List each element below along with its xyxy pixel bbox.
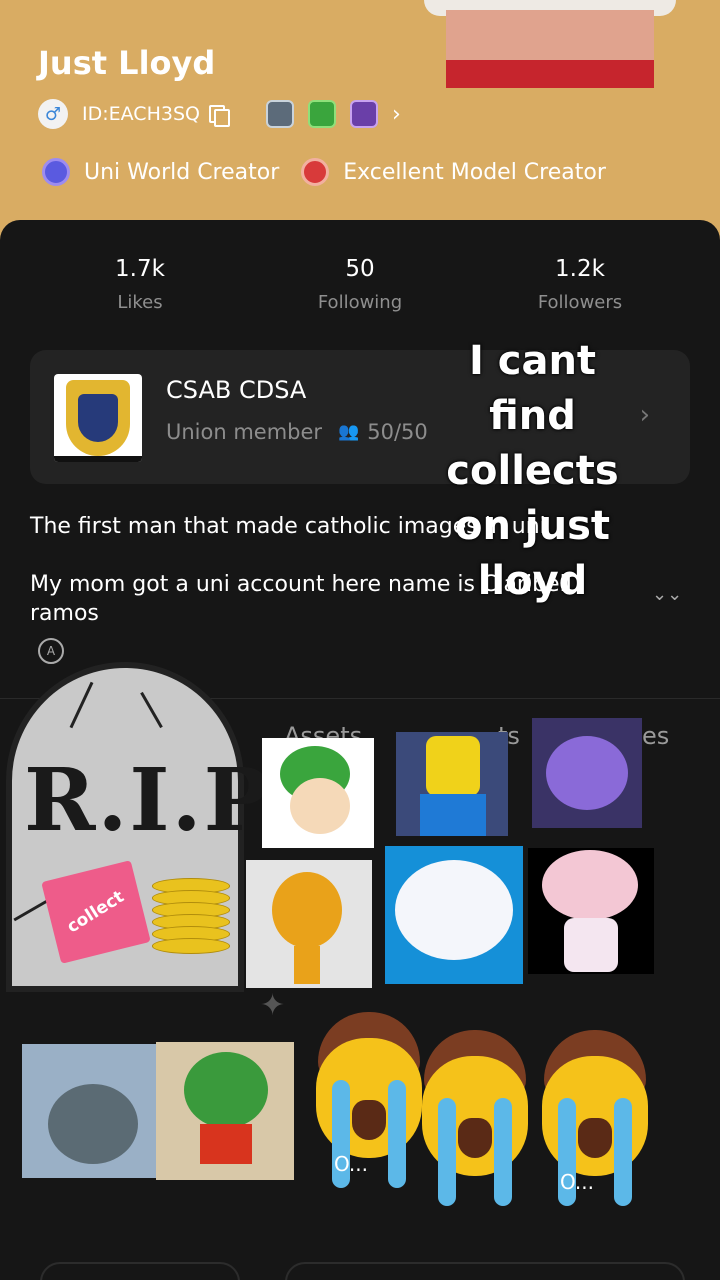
emoji-tear xyxy=(388,1080,406,1188)
orange-character-sticker xyxy=(246,860,372,988)
stat-followers[interactable]: 1.2k Followers xyxy=(500,256,660,313)
title-uni-world-creator[interactable]: Uni World Creator xyxy=(84,160,279,185)
followers-label: Followers xyxy=(537,292,623,313)
expand-bio-icon[interactable]: ⌄⌄ xyxy=(652,586,682,604)
video-caption-overlay: I cant find collects on just lloyd xyxy=(446,338,619,604)
purple-creature-sticker xyxy=(532,718,642,828)
union-role: Union member xyxy=(166,420,323,444)
sticker-shirt xyxy=(200,1124,252,1164)
emoji-mouth xyxy=(352,1100,386,1140)
creator-titles: Uni World Creator Excellent Model Creato… xyxy=(42,152,606,192)
bio-line-1: The first man that made catholic images … xyxy=(30,514,546,539)
emoji-tear xyxy=(438,1098,456,1206)
crying-emoji-sticker: O... xyxy=(310,1012,428,1188)
sticker-cloud xyxy=(395,860,513,960)
following-label: Following xyxy=(317,292,403,313)
coin xyxy=(152,938,230,954)
profile-header: Just Lloyd ♂ ID:EACH3SQ › Uni World Crea… xyxy=(0,0,720,240)
emoji-tear xyxy=(614,1098,632,1206)
gray-character-sticker xyxy=(22,1044,158,1178)
crying-roblox-sticker xyxy=(396,732,508,836)
rip-text: R.I.P xyxy=(24,750,271,851)
model-creator-icon xyxy=(301,158,330,186)
stat-following[interactable]: 50 Following xyxy=(280,256,440,313)
green-badge-icon[interactable] xyxy=(307,100,336,128)
copy-icon[interactable] xyxy=(208,104,230,127)
pink-character-sticker xyxy=(528,848,654,974)
emoji-caption: O... xyxy=(560,1170,595,1194)
sticker-body xyxy=(546,736,628,810)
male-gender-icon: ♂ xyxy=(38,99,68,129)
sticker-head xyxy=(542,850,638,920)
crying-cloud-sticker xyxy=(385,846,523,984)
tab-likes[interactable]: es xyxy=(642,722,669,750)
green-screaming-sticker xyxy=(156,1042,294,1180)
emoji-tear xyxy=(494,1098,512,1206)
id-row: ♂ ID:EACH3SQ › xyxy=(38,98,401,130)
emoji-mouth xyxy=(458,1118,492,1158)
avatar-belt xyxy=(446,60,654,88)
sticker-head xyxy=(272,872,342,948)
avatar-body xyxy=(446,10,654,62)
level-badge-icon[interactable] xyxy=(265,100,294,128)
union-shield-inner xyxy=(78,394,118,442)
emoji-mouth xyxy=(578,1118,612,1158)
likes-label: Likes xyxy=(117,292,163,313)
following-count: 50 xyxy=(345,256,375,282)
members-icon: 👥 xyxy=(338,422,360,442)
sticker-body xyxy=(48,1084,138,1164)
union-logo-base xyxy=(54,456,142,462)
sticker-face xyxy=(290,778,350,834)
profile-name: Just Lloyd xyxy=(38,44,216,82)
avatar-figure[interactable] xyxy=(420,0,680,92)
followers-count: 1.2k xyxy=(555,256,605,282)
bottom-action-button-left[interactable] xyxy=(40,1262,240,1280)
bio-line-2: My mom got a uni account here name is Cl… xyxy=(30,572,572,626)
sticker-head xyxy=(184,1052,268,1128)
union-members-count: 50/50 xyxy=(367,420,428,444)
title-excellent-model-creator[interactable]: Excellent Model Creator xyxy=(343,160,606,185)
uni-world-creator-icon xyxy=(42,158,70,186)
coin-stack-sticker xyxy=(152,878,230,958)
crying-emoji-sticker: O... xyxy=(536,1030,654,1206)
likes-count: 1.7k xyxy=(115,256,165,282)
sticker-torso xyxy=(420,794,486,836)
bottom-action-button-right[interactable] xyxy=(285,1262,685,1280)
collect-sticker-label: collect xyxy=(63,886,129,938)
profile-screen: Just Lloyd ♂ ID:EACH3SQ › Uni World Crea… xyxy=(0,0,720,1280)
union-name: CSAB CDSA xyxy=(166,376,307,404)
badges-more-chevron-icon[interactable]: › xyxy=(392,102,401,127)
sticker-head xyxy=(426,736,480,796)
sparkle-icon: ✦ xyxy=(260,988,286,1023)
purple-badge-icon[interactable] xyxy=(349,100,378,128)
sticker-body xyxy=(294,946,320,984)
crying-emoji-sticker xyxy=(416,1030,534,1206)
user-id: ID:EACH3SQ xyxy=(82,103,200,125)
union-logo xyxy=(54,374,142,462)
union-role-row: Union member 👥 50/50 xyxy=(166,420,428,444)
sticker-body xyxy=(564,918,618,972)
stat-likes[interactable]: 1.7k Likes xyxy=(60,256,220,313)
green-hair-crying-sticker xyxy=(262,738,374,848)
emoji-caption: O... xyxy=(334,1152,369,1176)
